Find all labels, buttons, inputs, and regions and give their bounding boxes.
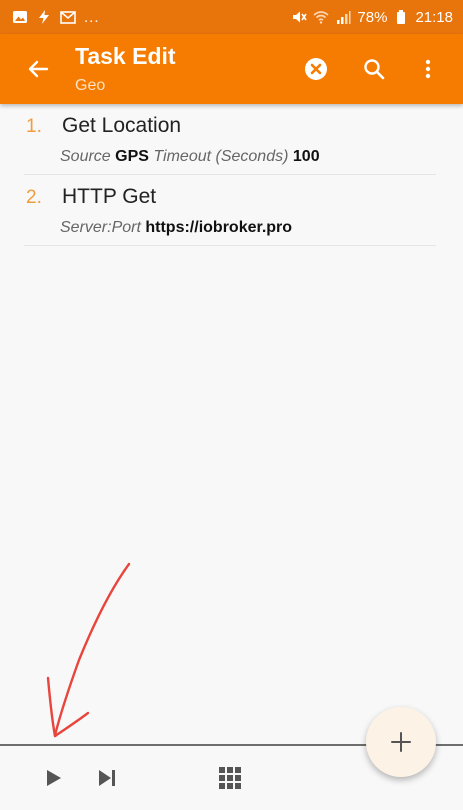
battery-icon xyxy=(393,9,409,25)
gallery-notification-icon xyxy=(12,9,28,25)
wifi-icon xyxy=(313,9,329,25)
play-icon xyxy=(47,770,61,786)
more-options-button[interactable] xyxy=(412,53,444,85)
more-vert-icon xyxy=(425,59,431,79)
status-right-icons: 78% 21:18 xyxy=(291,9,453,26)
param-value: 100 xyxy=(292,148,320,165)
mail-notification-icon xyxy=(60,9,76,25)
action-params: Source GPS Timeout (Seconds) 100 xyxy=(60,148,320,166)
play-button[interactable] xyxy=(40,764,68,792)
search-icon xyxy=(364,59,385,80)
battery-percent: 78% xyxy=(357,8,388,26)
search-button[interactable] xyxy=(358,53,390,85)
grid-button[interactable] xyxy=(216,764,244,792)
add-action-button[interactable] xyxy=(366,707,436,777)
param-value: GPS xyxy=(115,148,149,165)
step-forward-icon xyxy=(99,770,115,786)
app-bar: Task Edit Geo xyxy=(0,34,463,104)
param-key: Source xyxy=(60,148,111,165)
back-arrow-icon xyxy=(28,60,49,78)
param-key: Server:Port xyxy=(60,219,141,236)
grid-icon xyxy=(219,767,241,789)
action-params: Server:Port https://iobroker.pro xyxy=(60,219,292,237)
mute-icon xyxy=(291,9,308,25)
page-title: Task Edit xyxy=(75,43,176,69)
add-icon xyxy=(391,732,411,752)
param-value: https://iobroker.pro xyxy=(145,219,293,236)
clear-task-button[interactable] xyxy=(300,53,332,85)
action-item-get-location[interactable]: 1. Get Location Source GPS Timeout (Seco… xyxy=(24,104,436,175)
task-name-subtitle: Geo xyxy=(75,77,106,94)
step-button[interactable] xyxy=(93,764,121,792)
action-name: HTTP Get xyxy=(62,185,157,208)
status-left-icons: ... xyxy=(12,9,100,26)
status-bar: ... 78% 21:18 xyxy=(0,0,463,34)
action-name: Get Location xyxy=(62,114,182,137)
clock: 21:18 xyxy=(415,8,453,26)
clear-circle-icon xyxy=(305,58,327,80)
signal-icon xyxy=(335,9,351,25)
action-number: 2. xyxy=(26,187,42,208)
action-number: 1. xyxy=(26,116,42,137)
more-notifications: ... xyxy=(84,8,100,26)
param-key: Timeout (Seconds) xyxy=(153,148,289,165)
back-button[interactable] xyxy=(20,53,56,85)
action-item-http-get[interactable]: 2. HTTP Get Server:Port https://iobroker… xyxy=(24,175,436,246)
flash-notification-icon xyxy=(36,9,52,25)
